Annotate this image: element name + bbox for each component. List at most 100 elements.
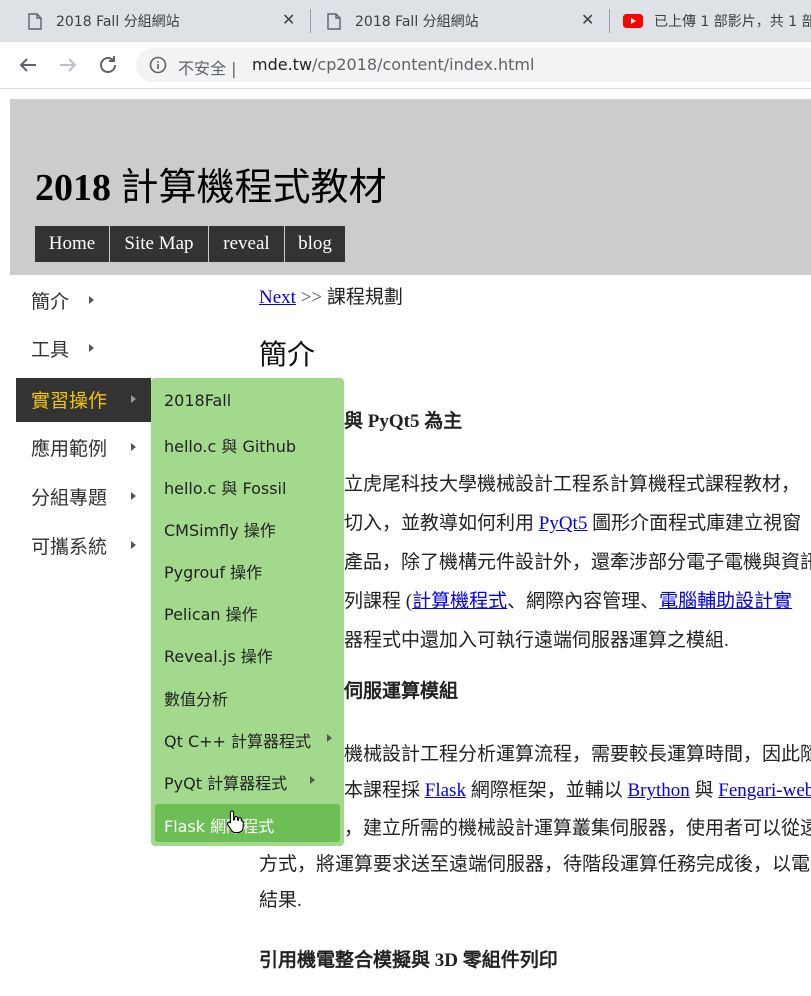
submenu-item-label: PyQt 計算器程式 xyxy=(164,774,288,793)
breadcrumb: Next >> 課程規劃 xyxy=(259,282,403,309)
text-run: 本課程採 xyxy=(344,780,425,801)
submenu-item-label: hello.c 與 Fossil xyxy=(164,479,287,498)
submenu-item-label: hello.c 與 Github xyxy=(164,437,296,456)
side-item-examples[interactable]: 應用範例 xyxy=(16,426,151,470)
security-label: 不安全 xyxy=(178,59,227,78)
youtube-icon xyxy=(623,14,643,28)
paragraph-line: ，建立所需的機械設計運算叢集伺服器，使用者可以從遠 xyxy=(344,818,811,839)
side-item-projects[interactable]: 分組專題 xyxy=(16,475,151,519)
side-item-label: 可攜系統 xyxy=(31,536,108,558)
submenu-item-label: Flask 網際程式 xyxy=(164,817,275,836)
page-icon xyxy=(28,13,42,30)
side-item-label: 工具 xyxy=(31,339,70,361)
submenu-item-github[interactable]: hello.c 與 Github xyxy=(155,424,340,462)
side-item-label: 應用範例 xyxy=(31,438,108,460)
side-item-intro[interactable]: 簡介 xyxy=(16,279,151,323)
hand-cursor-icon xyxy=(226,810,244,834)
section-heading: 伺服運算模組 xyxy=(344,681,459,702)
browser-toolbar: 不安全 | mde.tw/cp2018/content/index.html xyxy=(0,42,811,89)
side-item-portable[interactable]: 可攜系統 xyxy=(16,524,151,568)
side-item-label: 簡介 xyxy=(31,291,70,313)
breadcrumb-current: 課程規劃 xyxy=(326,287,403,308)
caret-right-icon xyxy=(131,395,136,403)
caret-right-icon xyxy=(327,734,332,742)
section-heading: 與 PyQt5 為主 xyxy=(344,411,463,432)
forward-arrow-icon[interactable] xyxy=(56,53,80,77)
url-text[interactable]: mde.tw/cp2018/content/index.html xyxy=(252,55,534,74)
info-icon[interactable] xyxy=(149,56,167,74)
tab-title: 已上傳 1 部影片，共 1 部 xyxy=(654,14,811,30)
paragraph-line: 列課程 (計算機程式、網際內容管理、電腦輔助設計實 xyxy=(344,586,792,613)
paragraph-line: 產品，除了機構元件設計外，還牽涉部分電子電機與資訊 xyxy=(344,552,811,573)
submenu-item-cmsimfly[interactable]: CMSimfly 操作 xyxy=(155,508,340,546)
next-link[interactable]: Next xyxy=(259,287,296,308)
side-item-practice[interactable]: 實習操作 xyxy=(16,378,151,422)
submenu-item-qt-calculator[interactable]: Qt C++ 計算器程式 xyxy=(155,719,340,757)
site-header: 2018 計算機程式教材 Home Site Map reveal blog xyxy=(10,99,811,275)
submenu-item-label: Reveal.js 操作 xyxy=(164,647,273,666)
text-run: 網際框架，並輔以 xyxy=(465,780,628,801)
caret-right-icon xyxy=(89,296,94,304)
caret-right-icon xyxy=(310,776,315,784)
text-run: 切入，並教導如何利用 xyxy=(344,513,539,534)
page-icon xyxy=(327,13,341,30)
fengari-link[interactable]: Fengari-web xyxy=(718,780,811,801)
breadcrumb-separator: >> xyxy=(295,287,327,308)
paragraph-line: 結果. xyxy=(259,890,302,911)
submenu-item-label: Pelican 操作 xyxy=(164,605,258,624)
tab-title: 2018 Fall 分組網站 xyxy=(56,14,180,30)
cad-link[interactable]: 電腦輔助設計實 xyxy=(659,591,792,612)
paragraph-line: 方式，將運算要求送至遠端伺服器，待階段運算任務完成後，以電 xyxy=(259,854,811,875)
close-icon[interactable]: ✕ xyxy=(581,10,594,29)
submenu-item-revealjs[interactable]: Reveal.js 操作 xyxy=(155,634,340,672)
nav-reveal[interactable]: reveal xyxy=(209,226,284,262)
paragraph-line: 立虎尾科技大學機械設計工程系計算機程式課程教材， xyxy=(344,474,801,495)
text-run: 、網際內容管理、 xyxy=(507,591,660,612)
caret-right-icon xyxy=(131,492,136,500)
paragraph-line: 本課程採 Flask 網際框架，並輔以 Brython 與 Fengari-we… xyxy=(344,775,811,802)
submenu-item-label: Pygrouf 操作 xyxy=(164,563,263,582)
section-heading: 引用機電整合模擬與 3D 零組件列印 xyxy=(259,950,558,971)
submenu-item-numerical[interactable]: 數值分析 xyxy=(155,677,340,715)
submenu-item-2018fall[interactable]: 2018Fall xyxy=(155,382,340,420)
browser-tab-3[interactable]: 已上傳 1 部影片，共 1 部 xyxy=(598,0,811,42)
course-link[interactable]: 計算機程式 xyxy=(412,591,507,612)
web-page: 2018 計算機程式教材 Home Site Map reveal blog 簡… xyxy=(0,89,811,996)
submenu-item-label: 數值分析 xyxy=(164,690,229,709)
browser-tab-2[interactable]: 2018 Fall 分組網站 ✕ xyxy=(299,0,609,42)
nav-blog[interactable]: blog xyxy=(285,226,345,262)
paragraph-line: 機械設計工程分析運算流程，需要較長運算時間，因此隨 xyxy=(344,744,811,765)
submenu-item-label: CMSimfly 操作 xyxy=(164,521,276,540)
browser-tab-1[interactable]: 2018 Fall 分組網站 ✕ xyxy=(0,0,310,42)
submenu-item-pelican[interactable]: Pelican 操作 xyxy=(155,592,340,630)
nav-home[interactable]: Home xyxy=(35,226,109,262)
submenu-item-pygrouf[interactable]: Pygrouf 操作 xyxy=(155,550,340,588)
submenu-item-fossil[interactable]: hello.c 與 Fossil xyxy=(155,466,340,504)
reload-icon[interactable] xyxy=(96,53,120,77)
url-path: /cp2018/content/index.html xyxy=(312,55,535,74)
flask-link[interactable]: Flask xyxy=(425,780,466,801)
submenu-item-label: 2018Fall xyxy=(164,391,232,410)
caret-right-icon xyxy=(131,541,136,549)
practice-submenu: 2018Fall hello.c 與 Github hello.c 與 Foss… xyxy=(151,378,344,846)
address-bar[interactable]: 不安全 | mde.tw/cp2018/content/index.html xyxy=(136,48,811,82)
submenu-item-pyqt-calculator[interactable]: PyQt 計算器程式 xyxy=(155,761,340,799)
submenu-item-label: Qt C++ 計算器程式 xyxy=(164,732,312,751)
side-item-label: 實習操作 xyxy=(31,390,108,412)
paragraph-line: 器程式中還加入可執行遠端伺服器運算之模組. xyxy=(344,630,729,651)
submenu-item-flask[interactable]: Flask 網際程式 xyxy=(155,804,340,842)
brython-link[interactable]: Brython xyxy=(627,780,689,801)
title-text: 計算機程式教材 xyxy=(111,167,387,209)
close-icon[interactable]: ✕ xyxy=(282,10,295,29)
caret-right-icon xyxy=(131,443,136,451)
back-arrow-icon[interactable] xyxy=(16,53,40,77)
tab-title: 2018 Fall 分組網站 xyxy=(355,14,479,30)
tab-strip: 2018 Fall 分組網站 ✕ 2018 Fall 分組網站 ✕ 已上傳 1 … xyxy=(0,0,811,42)
site-title: 2018 計算機程式教材 xyxy=(35,156,387,211)
title-year: 2018 xyxy=(35,167,111,209)
pyqt5-link[interactable]: PyQt5 xyxy=(539,513,588,534)
side-item-tools[interactable]: 工具 xyxy=(16,327,151,371)
text-run: 圖形介面程式庫建立視窗 xyxy=(587,513,802,534)
page-title: 簡介 xyxy=(259,340,316,371)
nav-site-map[interactable]: Site Map xyxy=(110,226,208,262)
